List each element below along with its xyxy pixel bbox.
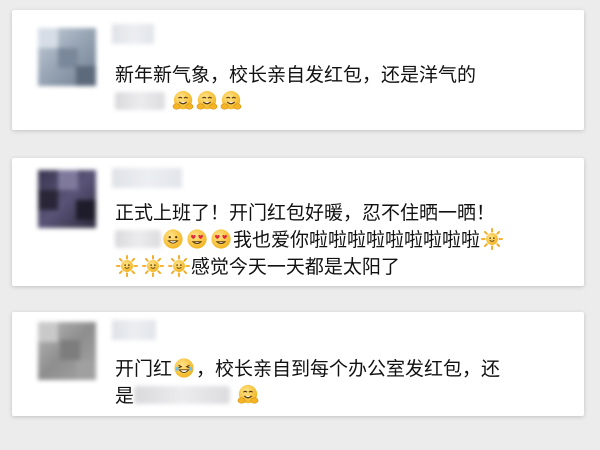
post-text-line: ，校长亲自到每个办公室发红包，还 [196, 358, 501, 380]
laugh-emoji-icon [173, 357, 195, 379]
post-text-line: 新年新气象，校长亲自发红包，还是洋气的 [115, 64, 477, 86]
post-card: 新年新气象，校长亲自发红包，还是洋气的 [12, 10, 584, 130]
heart-eyes-emoji-icon [186, 228, 208, 250]
redacted-text [115, 230, 161, 248]
redacted-text [115, 92, 165, 110]
avatar[interactable] [38, 28, 96, 86]
redacted-text [134, 386, 231, 404]
hug-emoji-icon [220, 90, 242, 112]
post-card: 正式上班了！开门红包好暖，忍不住晒一晒！ 我也爱你啦啦啦啦啦啦啦啦啦 感觉今天一… [12, 158, 584, 286]
avatar[interactable] [38, 322, 96, 380]
post-text-line: 开门红 [115, 358, 173, 380]
sun-emoji-icon [116, 255, 138, 277]
hug-emoji-icon [237, 384, 259, 406]
sun-emoji-icon [168, 255, 190, 277]
post-text: 新年新气象，校长亲自发红包，还是洋气的 [115, 62, 564, 116]
feed: 新年新气象，校长亲自发红包，还是洋气的 正式上班了！开门红包好暖，忍不住晒一晒！… [0, 0, 600, 450]
post-text: 正式上班了！开门红包好暖，忍不住晒一晒！ 我也爱你啦啦啦啦啦啦啦啦啦 感觉今天一… [115, 200, 564, 281]
heart-eyes-emoji-icon [210, 228, 232, 250]
grin-emoji-icon [162, 228, 184, 250]
avatar[interactable] [38, 170, 96, 228]
post-text: 开门红 ，校长亲自到每个办公室发红包，还 是 [115, 356, 564, 410]
poster-name-blurred[interactable] [112, 320, 156, 340]
hug-emoji-icon [196, 90, 218, 112]
post-text-line: 感觉今天一天都是太阳了 [190, 256, 400, 278]
post-text-line: 是 [115, 385, 135, 407]
sun-emoji-icon [481, 228, 503, 250]
poster-name-blurred[interactable] [112, 24, 154, 44]
post-card: 开门红 ，校长亲自到每个办公室发红包，还 是 [12, 312, 584, 416]
post-text-line: 我也爱你啦啦啦啦啦啦啦啦啦 [233, 229, 481, 251]
poster-name-blurred[interactable] [112, 168, 182, 188]
post-text-line: 正式上班了！开门红包好暖，忍不住晒一晒！ [115, 202, 496, 224]
hug-emoji-icon [172, 90, 194, 112]
sun-emoji-icon [142, 255, 164, 277]
